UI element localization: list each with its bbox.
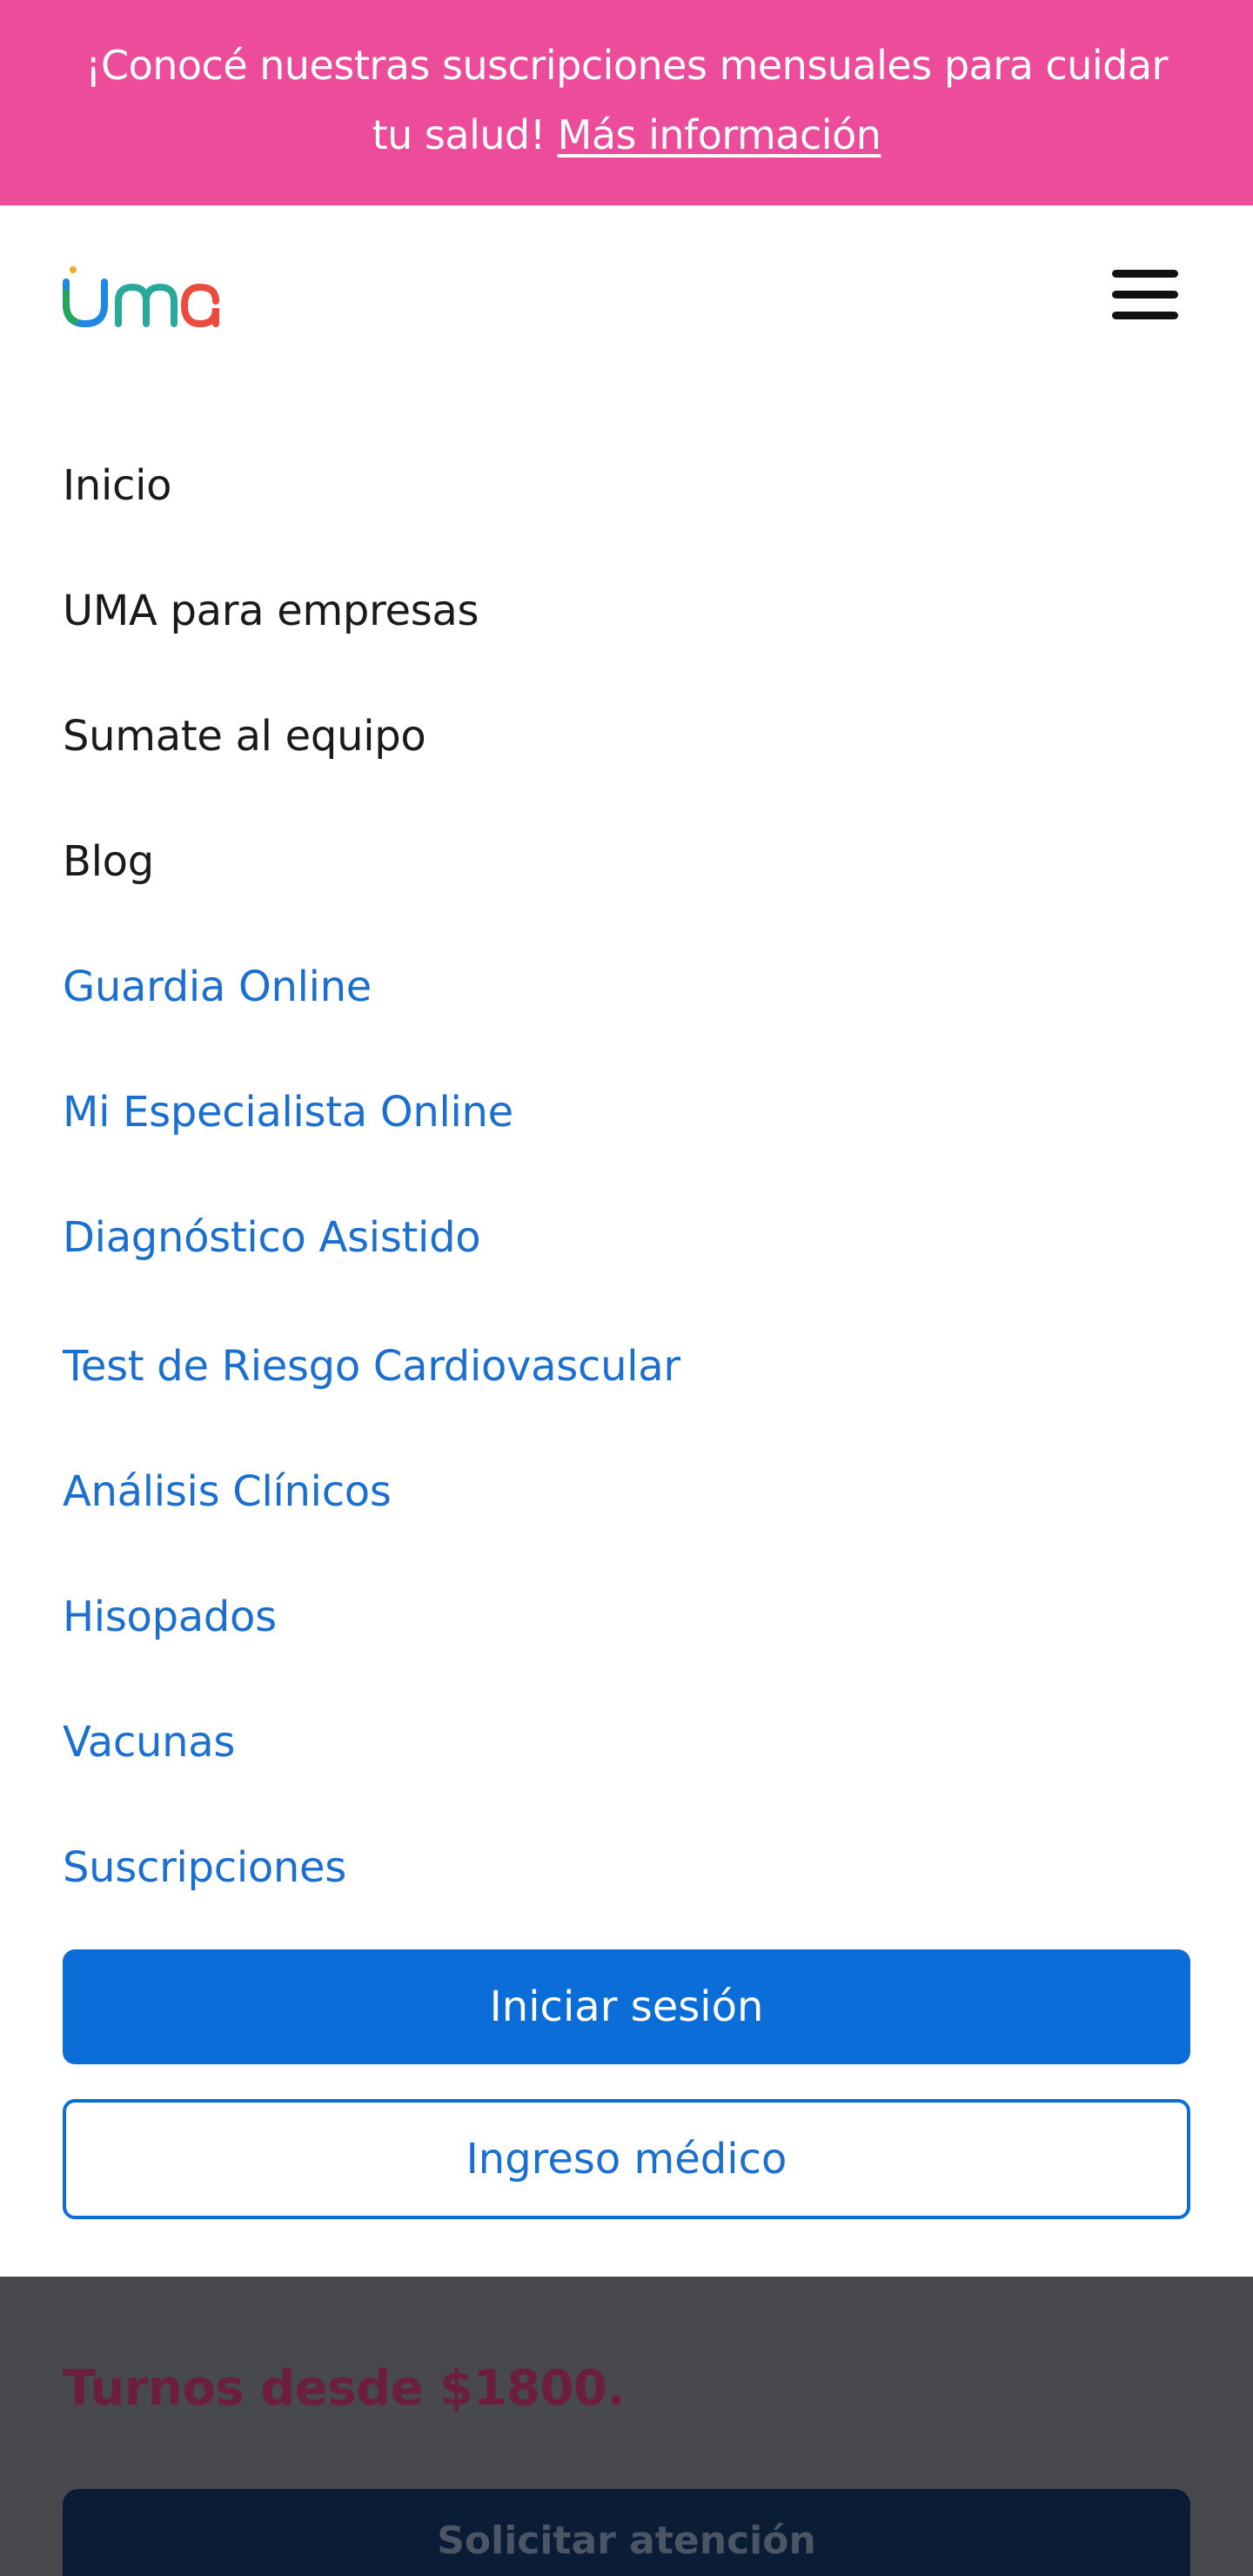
menu-item-suscripciones[interactable]: Suscripciones [63, 1841, 346, 1894]
page-overlay[interactable]: Turnos desde $1800. Solicitar atención [0, 2277, 1253, 2576]
menu-item-hisopados[interactable]: Hisopados [63, 1591, 277, 1643]
more-info-link[interactable]: Más información [558, 111, 881, 158]
menu-item-sumate-equipo[interactable]: Sumate al equipo [63, 710, 426, 762]
login-button[interactable]: Iniciar sesión [63, 1949, 1190, 2064]
menu-item-analisis[interactable]: Análisis Clínicos [63, 1466, 392, 1518]
doctor-login-button[interactable]: Ingreso médico [63, 2099, 1190, 2219]
request-care-button[interactable]: Solicitar atención [63, 2489, 1190, 2576]
menu-item-uma-empresas[interactable]: UMA para empresas [63, 585, 479, 637]
promo-banner-text: ¡Conocé nuestras suscripciones mensuales… [85, 42, 1168, 89]
menu-item-diagnostico[interactable]: Diagnóstico Asistido [63, 1211, 481, 1264]
menu-item-test-riesgo[interactable]: Test de Riesgo Cardiovascular [63, 1340, 680, 1392]
menu-item-guardia-online[interactable]: Guardia Online [63, 961, 372, 1013]
menu-item-mi-especialista[interactable]: Mi Especialista Online [63, 1086, 513, 1138]
menu-item-inicio[interactable]: Inicio [63, 460, 172, 512]
promo-banner-text-2: tu salud! [372, 111, 546, 158]
price-text: Turnos desde $1800. [63, 2360, 626, 2417]
site-header [0, 205, 1253, 390]
menu-item-vacunas[interactable]: Vacunas [63, 1716, 235, 1768]
promo-banner: ¡Conocé nuestras suscripciones mensuales… [0, 0, 1253, 205]
menu-item-blog[interactable]: Blog [63, 835, 154, 888]
uma-logo[interactable] [61, 266, 223, 329]
hamburger-icon[interactable] [1110, 266, 1180, 322]
